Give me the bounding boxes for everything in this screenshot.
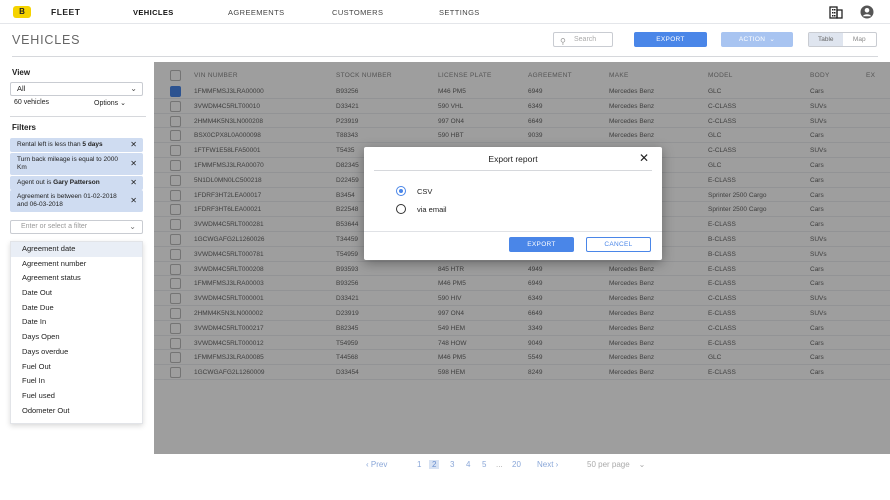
dropdown-item[interactable]: Date In — [11, 315, 142, 330]
nav-settings[interactable]: SETTINGS — [439, 8, 480, 17]
radio-email[interactable] — [396, 204, 406, 214]
dropdown-item[interactable]: Date Due — [11, 301, 142, 316]
dropdown-item[interactable]: Fuel used — [11, 389, 142, 404]
options-label: Options — [94, 100, 119, 107]
page-ellipsis: ... — [496, 460, 503, 469]
options-menu[interactable]: Options ⌄ — [94, 99, 126, 107]
nav-customers[interactable]: CUSTOMERS — [332, 8, 383, 17]
filter-dropdown: Agreement date Agreement number Agreemen… — [10, 241, 143, 424]
chevron-down-icon: ⌄ — [767, 36, 776, 43]
page-5[interactable]: 5 — [482, 460, 486, 469]
brand-name[interactable]: FLEET — [51, 7, 80, 17]
chip-bold: Gary Patterson — [53, 179, 100, 186]
modal-title: Export report — [488, 154, 538, 164]
top-nav: B FLEET VEHICLES AGREEMENTS CUSTOMERS SE… — [0, 0, 890, 24]
page-3[interactable]: 3 — [450, 460, 454, 469]
search-input[interactable]: ⚲ Search — [553, 32, 613, 47]
dropdown-item[interactable]: Odometer Out — [11, 404, 142, 419]
chevron-down-icon: ⌄ — [130, 84, 137, 93]
filter-chip: Agent out is Gary Patterson ✕ — [10, 176, 143, 190]
prev-page[interactable]: ‹ Prev — [366, 460, 387, 469]
toggle-map[interactable]: Map — [843, 33, 877, 46]
dropdown-item[interactable]: Agreement date — [11, 242, 142, 257]
chevron-down-icon: ⌄ — [631, 460, 646, 469]
filter-placeholder: Enter or select a filter — [21, 223, 88, 230]
export-button[interactable]: EXPORT — [634, 32, 707, 47]
brand-logo[interactable]: B — [13, 6, 31, 18]
action-button[interactable]: ACTION ⌄ — [721, 32, 793, 47]
nav-vehicles[interactable]: VEHICLES — [133, 8, 174, 17]
search-placeholder: Search — [574, 36, 597, 43]
modal-cancel-button[interactable]: CANCEL — [586, 237, 651, 252]
action-label: ACTION — [738, 36, 766, 43]
prev-label: Prev — [370, 460, 388, 469]
per-page-label: 50 per page — [587, 460, 630, 469]
dropdown-item[interactable]: Fuel In — [11, 374, 142, 389]
radio-email-label: via email — [417, 205, 447, 214]
close-icon[interactable]: ✕ — [130, 197, 137, 205]
building-icon[interactable] — [829, 5, 843, 19]
export-modal: Export report ✕ CSV via email EXPORT CAN… — [364, 147, 662, 260]
close-icon[interactable]: ✕ — [130, 141, 137, 149]
dropdown-item[interactable]: Agreement number — [11, 257, 142, 272]
dropdown-item[interactable]: Date Out — [11, 286, 142, 301]
filters-label: Filters — [12, 123, 37, 132]
radio-csv[interactable] — [396, 186, 406, 196]
search-icon: ⚲ — [560, 37, 566, 46]
filter-chip: Agreement is between 01-02-2018 and 06-0… — [10, 190, 143, 212]
filter-input[interactable]: Enter or select a filter ⌄ — [10, 220, 143, 234]
vehicle-count: 60 vehicles — [14, 99, 50, 106]
page-title: VEHICLES — [12, 33, 81, 47]
page-20[interactable]: 20 — [512, 460, 521, 469]
radio-csv-label: CSV — [417, 187, 433, 196]
per-page-select[interactable]: 50 per page ⌄ — [587, 460, 645, 469]
page-4[interactable]: 4 — [466, 460, 470, 469]
close-icon[interactable]: ✕ — [130, 160, 137, 168]
dropdown-item[interactable]: Agreement status — [11, 271, 142, 286]
chip-bold: 5 days — [82, 141, 103, 148]
chevron-right-icon: › — [553, 460, 559, 469]
chip-text: Agent out is — [17, 179, 54, 186]
next-page[interactable]: Next › — [537, 460, 558, 469]
dropdown-item[interactable]: Days Open — [11, 330, 142, 345]
dropdown-item[interactable]: Fuel Out — [11, 360, 142, 375]
filter-chip: Rental left is less than 5 days ✕ — [10, 138, 143, 152]
view-toggle: Table Map — [808, 32, 877, 47]
header-divider — [12, 56, 878, 57]
nav-agreements[interactable]: AGREEMENTS — [228, 8, 285, 17]
page-2[interactable]: 2 — [429, 460, 440, 469]
view-label: View — [12, 68, 31, 77]
filter-chip: Turn back mileage is equal to 2000 Km ✕ — [10, 153, 143, 175]
modal-footer-divider — [364, 231, 662, 232]
page-1[interactable]: 1 — [417, 460, 421, 469]
view-select-value: All — [17, 84, 26, 93]
next-label: Next — [537, 460, 554, 469]
sidebar-divider — [10, 116, 146, 117]
chip-text: Rental left is less than — [17, 141, 83, 148]
toggle-table[interactable]: Table — [809, 33, 843, 46]
chip-text: Turn back mileage is equal to 2000 Km — [17, 156, 118, 171]
modal-export-button[interactable]: EXPORT — [509, 237, 574, 252]
close-icon[interactable]: ✕ — [130, 179, 137, 187]
dropdown-item[interactable]: Days overdue — [11, 345, 142, 360]
user-icon[interactable] — [860, 5, 874, 19]
chevron-down-icon: ⌄ — [120, 100, 126, 107]
modal-divider — [374, 170, 652, 171]
chip-text: Agreement is between 01-02-2018 and 06-0… — [17, 193, 117, 208]
view-select[interactable]: All ⌄ — [10, 82, 143, 96]
close-icon[interactable]: ✕ — [639, 151, 649, 165]
chevron-down-icon: ⌄ — [129, 222, 136, 231]
